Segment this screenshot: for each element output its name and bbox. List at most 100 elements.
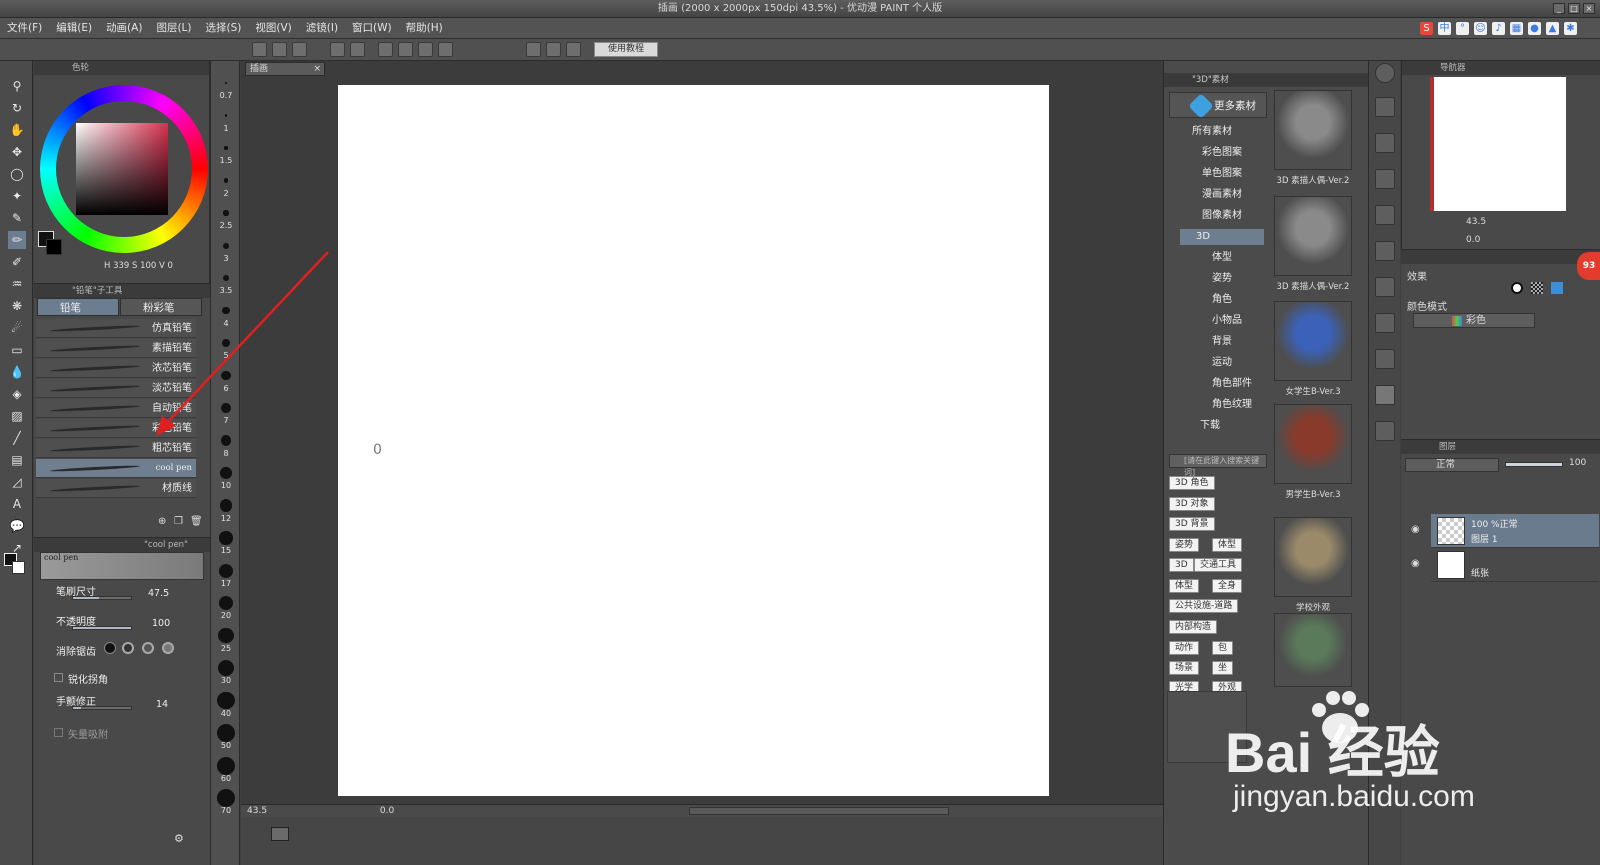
effect-layer-color-icon[interactable]	[1551, 282, 1563, 294]
menu-window[interactable]: 窗口(W)	[345, 18, 399, 39]
material-icon-4[interactable]	[1375, 205, 1395, 225]
layer-row-paper[interactable]: ◉ 纸张	[1411, 548, 1599, 582]
move-tool-icon[interactable]: ✥	[8, 143, 26, 161]
antialias-weak-button[interactable]	[122, 642, 134, 654]
material-tag[interactable]: 全身	[1212, 579, 1243, 593]
opacity-slider[interactable]	[72, 626, 132, 630]
drawing-canvas[interactable]: 0	[338, 85, 1049, 796]
brush-size-preset-dot[interactable]	[217, 691, 235, 710]
sub-color-swatch-2[interactable]	[46, 239, 62, 255]
search-icon[interactable]	[1375, 63, 1395, 83]
skin-icon[interactable]: ▲	[1546, 22, 1559, 35]
tree-item[interactable]: 彩色图案	[1186, 145, 1264, 161]
material-icon-5[interactable]	[1375, 241, 1395, 261]
brush-size-preset-dot[interactable]	[219, 499, 233, 512]
tree-item[interactable]: 姿势	[1196, 271, 1264, 287]
text-tool-icon[interactable]: A	[8, 495, 26, 513]
pencil-tool-icon[interactable]: ✐	[8, 253, 26, 271]
zoom-tool-icon[interactable]: ⚲	[8, 77, 26, 95]
status-angle[interactable]: 0.0	[380, 806, 394, 816]
material-tag[interactable]: 交通工具	[1194, 558, 1243, 572]
balloon-tool-icon[interactable]: 💬	[8, 517, 26, 535]
material-thumbnail[interactable]	[1274, 301, 1352, 381]
chinese-mode-icon[interactable]: 中	[1438, 22, 1451, 35]
tree-item[interactable]: 小物品	[1196, 313, 1264, 329]
delete-subtool-icon[interactable]: 🗑	[190, 516, 203, 527]
vector-snap-checkbox[interactable]	[54, 728, 63, 737]
maximize-button[interactable]: □	[1568, 3, 1580, 14]
brush-size-preset-dot[interactable]	[223, 210, 229, 216]
menu-select[interactable]: 选择(S)	[199, 18, 249, 39]
tutorial-button[interactable]: 使用教程	[594, 42, 658, 57]
material-tag[interactable]: 包	[1212, 641, 1234, 655]
magic-wand-icon[interactable]: ✦	[8, 187, 26, 205]
menu-filter[interactable]: 滤镜(I)	[299, 18, 345, 39]
brush-size-preset-dot[interactable]	[218, 627, 234, 644]
material-thumbnail[interactable]	[1274, 404, 1352, 484]
blend-mode-select[interactable]: 正常	[1405, 458, 1499, 472]
material-tag[interactable]: 内部构造	[1169, 620, 1218, 634]
menu-animation[interactable]: 动画(A)	[99, 18, 149, 39]
tree-item[interactable]: 角色部件	[1196, 376, 1264, 392]
tree-item[interactable]: 3D	[1180, 229, 1264, 245]
antialias-none-button[interactable]	[104, 642, 116, 654]
effect-border-icon[interactable]	[1511, 282, 1523, 294]
minimize-button[interactable]: _	[1553, 3, 1565, 14]
fill-icon[interactable]	[418, 42, 433, 57]
gradient-icon[interactable]: ▨	[8, 407, 26, 425]
brush-size-preset-dot[interactable]	[217, 756, 235, 775]
material-tag[interactable]: 体型	[1212, 538, 1243, 552]
menu-help[interactable]: 帮助(H)	[399, 18, 450, 39]
sharpen-checkbox[interactable]	[54, 673, 63, 682]
snap-special-ruler-icon[interactable]	[546, 42, 561, 57]
menu-layer[interactable]: 图层(L)	[149, 18, 198, 39]
brush-size-preset-dot[interactable]	[219, 531, 233, 545]
document-tab[interactable]: 插画 ×	[245, 62, 325, 76]
menu-view[interactable]: 视图(V)	[248, 18, 298, 39]
close-button[interactable]: ×	[1583, 3, 1595, 14]
tree-item[interactable]: 所有素材	[1176, 124, 1264, 140]
eye-icon[interactable]: ◉	[1411, 558, 1420, 569]
antialias-mid-button[interactable]	[142, 642, 154, 654]
brush-size-preset-dot[interactable]	[225, 82, 227, 84]
stabilizer-value[interactable]: 14	[156, 699, 168, 710]
tree-item[interactable]: 体型	[1196, 250, 1264, 266]
notification-badge[interactable]: 93	[1577, 252, 1600, 280]
sogou-icon[interactable]: S	[1420, 22, 1433, 35]
add-subtool-icon[interactable]: ⊕	[158, 516, 166, 527]
material-tag[interactable]: 姿势	[1169, 538, 1200, 552]
material-icon-1[interactable]	[1375, 97, 1395, 117]
brush-size-value[interactable]: 47.5	[148, 588, 169, 599]
brush-item-selected[interactable]: cool pen	[36, 459, 196, 478]
tab-pencil[interactable]: 铅笔	[37, 298, 119, 316]
tree-item[interactable]: 下载	[1184, 418, 1264, 434]
material-thumbnail[interactable]	[1274, 90, 1352, 170]
brush-size-preset-dot[interactable]	[220, 467, 232, 479]
menu-edit[interactable]: 编辑(E)	[49, 18, 99, 39]
undo-icon[interactable]	[330, 42, 345, 57]
menu-file[interactable]: 文件(F)	[0, 18, 49, 39]
material-tag[interactable]: 3D	[1169, 558, 1194, 572]
color-mode-select[interactable]: 彩色	[1413, 313, 1535, 328]
material-icon-2[interactable]	[1375, 133, 1395, 153]
redo-icon[interactable]	[350, 42, 365, 57]
tree-item[interactable]: 图像素材	[1186, 208, 1264, 224]
blend-tool-icon[interactable]: 💧	[8, 363, 26, 381]
horizontal-scrollbar[interactable]	[689, 807, 949, 815]
navigator-angle[interactable]: 0.0	[1466, 235, 1480, 245]
material-tag[interactable]: 坐	[1212, 661, 1234, 675]
snap-ruler-icon[interactable]	[526, 42, 541, 57]
material-icon-9[interactable]	[1375, 421, 1395, 441]
material-icon-6[interactable]	[1375, 277, 1395, 297]
material-thumbnail[interactable]	[1274, 517, 1352, 597]
tree-item[interactable]: 角色纹理	[1196, 397, 1264, 413]
lasso-tool-icon[interactable]: ◯	[8, 165, 26, 183]
brush-item[interactable]: 粗芯铅笔	[36, 439, 196, 458]
ruler-tool-icon[interactable]: ◿	[8, 473, 26, 491]
tools-icon[interactable]: ✱	[1564, 22, 1577, 35]
save-icon[interactable]	[292, 42, 307, 57]
material-thumbnail[interactable]	[1274, 196, 1352, 276]
brush-item[interactable]: 材质线	[36, 479, 196, 498]
pen-tool-icon[interactable]: ✏	[8, 231, 26, 249]
hand-tool-icon[interactable]: ✋	[8, 121, 26, 139]
